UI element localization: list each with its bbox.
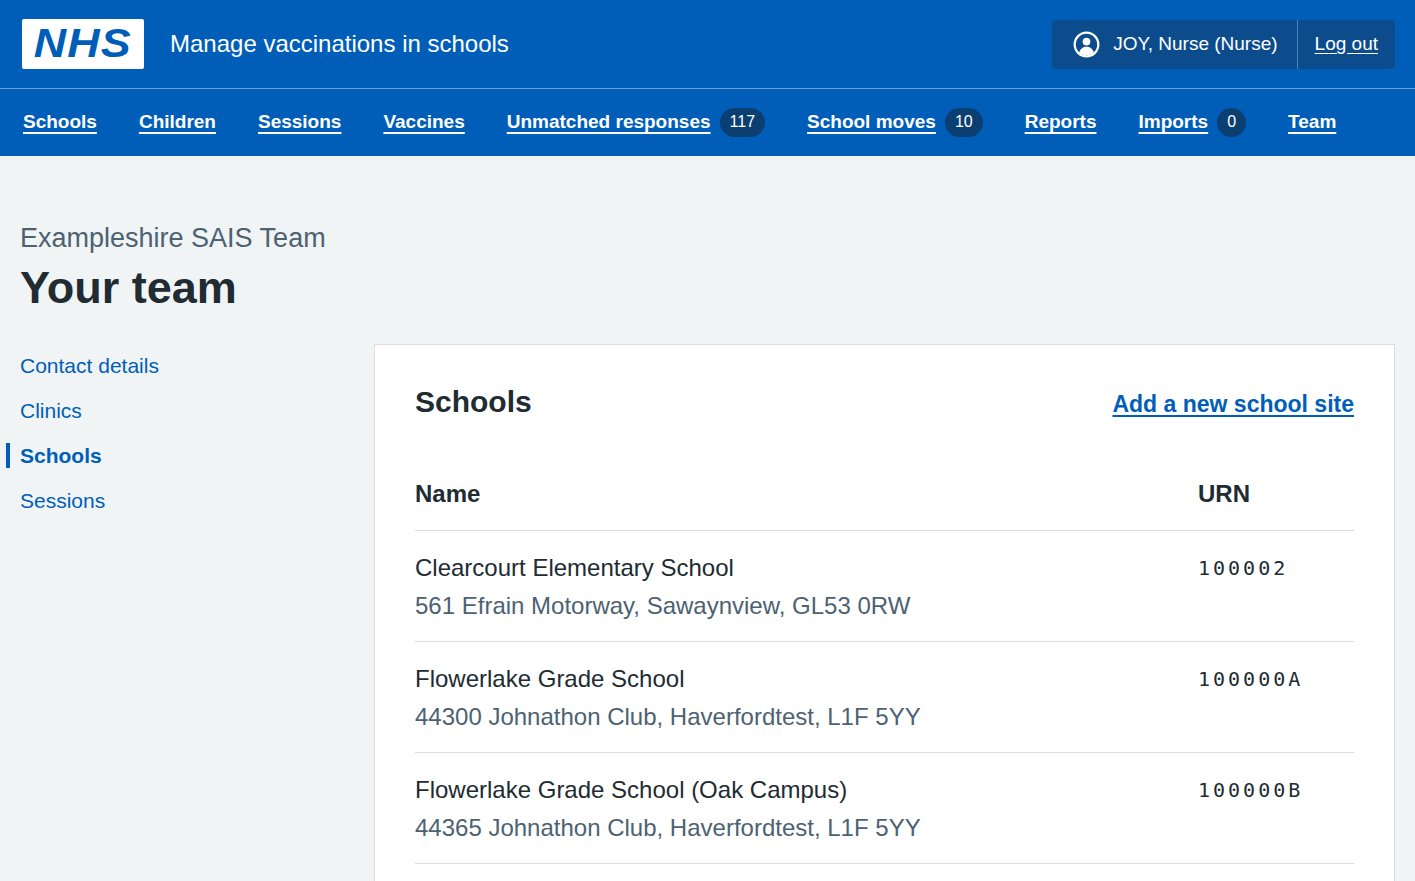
card-head: Schools Add a new school site xyxy=(415,385,1354,419)
nav-link-unmatched-responses[interactable]: Unmatched responses xyxy=(507,111,711,133)
side-nav-item-contact-details: Contact details xyxy=(6,353,374,378)
account-chip: JOY, Nurse (Nurse) Log out xyxy=(1052,20,1395,69)
school-urn-cell: 100000B xyxy=(1198,753,1354,864)
school-name-cell: Flowerlake Grade School (Oak Campus) 4436… xyxy=(415,753,1198,864)
count-badge-school-moves: 10 xyxy=(945,108,983,137)
nav-link-team[interactable]: Team xyxy=(1288,111,1336,133)
school-name-cell: Flowerlake Grade School 44300 Johnathon C… xyxy=(415,642,1198,753)
school-name: Flowerlake Grade School xyxy=(415,666,1198,692)
table-header-row: Name URN xyxy=(415,480,1354,531)
page-caption: Exampleshire SAIS Team xyxy=(20,156,1395,254)
nav-item-school-moves: School moves 10 xyxy=(807,108,983,137)
side-nav-link-contact-details[interactable]: Contact details xyxy=(20,354,159,377)
school-name: Clearcourt Elementary School xyxy=(415,555,1198,581)
side-nav-item-sessions: Sessions xyxy=(6,488,374,513)
school-address: 561 Efrain Motorway, Sawaynview, GL53 0R… xyxy=(415,593,1198,619)
school-urn: 100000B xyxy=(1198,778,1303,802)
nav-item-schools: Schools xyxy=(23,111,97,133)
side-nav-item-clinics: Clinics xyxy=(6,398,374,423)
school-urn-cell: 100002 xyxy=(1198,531,1354,642)
column-header-urn: URN xyxy=(1198,480,1354,531)
page-title: Your team xyxy=(20,262,1395,314)
school-row: Clearcourt Elementary School 561 Efrain M… xyxy=(415,531,1354,642)
primary-nav: Schools Children Sessions Vaccines Unmatched… xyxy=(0,89,1415,156)
column-header-name: Name xyxy=(415,480,1198,531)
schools-card: Schools Add a new school site Name URN C… xyxy=(374,344,1395,881)
schools-table: Name URN Clearcourt Elementary School 561… xyxy=(415,480,1354,864)
nav-link-sessions[interactable]: Sessions xyxy=(258,111,341,133)
side-nav-item-schools: Schools xyxy=(6,443,374,468)
user-icon xyxy=(1073,31,1100,58)
header-top: NHS Manage vaccinations in schools JOY, … xyxy=(0,0,1415,89)
side-nav-link-sessions[interactable]: Sessions xyxy=(20,489,105,512)
nav-link-reports[interactable]: Reports xyxy=(1025,111,1097,133)
school-row: Flowerlake Grade School (Oak Campus) 4436… xyxy=(415,753,1354,864)
count-badge-imports: 0 xyxy=(1217,108,1246,137)
side-nav-link-schools[interactable]: Schools xyxy=(20,444,102,467)
school-address: 44365 Johnathon Club, Haverfordtest, L1F… xyxy=(415,815,1198,841)
nav-item-unmatched-responses: Unmatched responses 117 xyxy=(507,108,765,137)
app-header: NHS Manage vaccinations in schools JOY, … xyxy=(0,0,1415,156)
nav-link-imports[interactable]: Imports xyxy=(1138,111,1208,133)
school-row: Flowerlake Grade School 44300 Johnathon C… xyxy=(415,642,1354,753)
nav-item-team: Team xyxy=(1288,111,1336,133)
logout-link[interactable]: Log out xyxy=(1298,20,1395,69)
nav-item-vaccines: Vaccines xyxy=(383,111,464,133)
school-urn: 100000A xyxy=(1198,667,1303,691)
school-address: 44300 Johnathon Club, Haverfordtest, L1F… xyxy=(415,704,1198,730)
side-nav: Contact details Clinics Schools Sessions xyxy=(20,344,374,881)
nav-link-schools[interactable]: Schools xyxy=(23,111,97,133)
nav-item-imports: Imports 0 xyxy=(1138,108,1246,137)
school-name: Flowerlake Grade School (Oak Campus) xyxy=(415,777,1198,803)
layout: Contact details Clinics Schools Sessions Sc… xyxy=(20,344,1395,881)
nav-link-school-moves[interactable]: School moves xyxy=(807,111,936,133)
card-title: Schools xyxy=(415,385,532,419)
service-name[interactable]: Manage vaccinations in schools xyxy=(170,30,509,58)
school-urn: 100002 xyxy=(1198,556,1288,580)
nav-link-vaccines[interactable]: Vaccines xyxy=(383,111,464,133)
main-content: Exampleshire SAIS Team Your team Contact… xyxy=(0,156,1415,881)
nhs-logo[interactable]: NHS xyxy=(22,19,144,69)
nav-link-children[interactable]: Children xyxy=(139,111,216,133)
side-nav-list: Contact details Clinics Schools Sessions xyxy=(6,353,374,513)
account-user: JOY, Nurse (Nurse) xyxy=(1052,20,1296,69)
side-nav-link-clinics[interactable]: Clinics xyxy=(20,399,82,422)
nav-item-reports: Reports xyxy=(1025,111,1097,133)
nhs-logo-text: NHS xyxy=(34,21,132,66)
account-user-label: JOY, Nurse (Nurse) xyxy=(1113,33,1277,55)
school-urn-cell: 100000A xyxy=(1198,642,1354,753)
schools-table-body: Clearcourt Elementary School 561 Efrain M… xyxy=(415,531,1354,864)
add-school-site-link[interactable]: Add a new school site xyxy=(1112,391,1354,418)
school-name-cell: Clearcourt Elementary School 561 Efrain M… xyxy=(415,531,1198,642)
nav-item-sessions: Sessions xyxy=(258,111,341,133)
primary-nav-list: Schools Children Sessions Vaccines Unmatched… xyxy=(23,108,1336,137)
nav-item-children: Children xyxy=(139,111,216,133)
count-badge-unmatched-responses: 117 xyxy=(720,108,766,137)
